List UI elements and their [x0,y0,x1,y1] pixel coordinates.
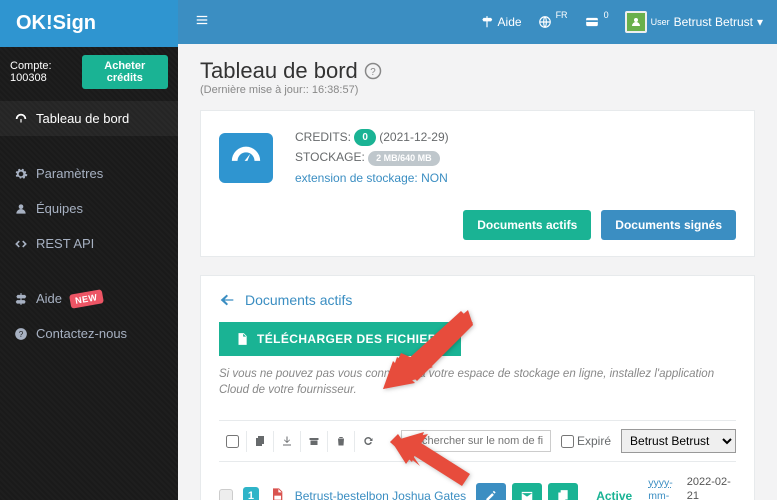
avatar [625,11,647,33]
file-icon [235,332,249,346]
sidebar-item-label: Équipes [36,201,83,216]
topbar-user-name: Betrust Betrust [674,15,753,29]
sidebar-item-help[interactable]: Aide NEW [0,281,178,316]
topbar-user[interactable]: User Betrust Betrust ▾ [617,11,771,33]
mail-button[interactable] [512,483,542,500]
credits-value: 0 [354,129,376,146]
account-label: Compte: 100308 [10,60,82,84]
document-link[interactable]: Betrust-bestelbon Joshua Gates [295,489,466,500]
question-icon: ? [14,327,28,341]
download-icon[interactable] [274,431,301,452]
row-checkbox[interactable] [219,489,233,500]
page-title: Tableau de bord ? [200,58,755,84]
panel-title-bar[interactable]: Documents actifs [219,292,736,308]
menu-toggle-button[interactable] [184,5,220,40]
card-badge: 0 [604,10,609,20]
credits-info: CREDITS: 0 (2021-12-29) STOCKAGE: 2 MB/6… [295,127,449,188]
panel-title: Documents actifs [245,292,352,308]
users-icon [14,202,28,216]
user-filter-select[interactable]: Betrust Betrust [621,429,736,453]
upload-files-button[interactable]: TÉLÉCHARGER DES FICHIERS [219,322,461,356]
row-timestamp: 2022-02-2116:36:06 [687,476,736,500]
select-all-checkbox[interactable] [219,431,247,452]
storage-extension-link[interactable]: extension de stockage: NON [295,171,448,185]
sidebar-item-label: REST API [36,236,94,251]
edit-button[interactable] [476,483,506,500]
card-icon [584,15,600,29]
topbar-card[interactable]: 0 [576,15,617,29]
sidebar-item-label: Paramètres [36,166,103,181]
date-format-link[interactable]: yyyy-mm-dd [648,477,673,500]
signpost-icon [480,15,494,29]
table-row: 1 Betrust-bestelbon Joshua Gates Active … [219,462,736,500]
svg-text:?: ? [370,67,376,78]
avatar-alt: User [651,18,670,27]
arrow-left-icon [219,292,237,308]
last-updated: (Dernière mise à jour:: 16:38:57) [200,84,755,96]
svg-text:?: ? [19,329,24,338]
copy-icon[interactable] [247,431,274,452]
topbar-help[interactable]: Aide [472,15,530,29]
upload-hint: Si vous ne pouvez pas vous connecter à v… [219,366,736,398]
trash-icon[interactable] [328,431,355,452]
globe-icon [538,15,552,29]
dashboard-icon [14,112,28,126]
row-status: Active [596,489,632,500]
sidebar-item-label: Contactez-nous [36,326,127,341]
language-code: FR [556,10,568,20]
buy-credits-button[interactable]: Acheter crédits [82,55,168,89]
hamburger-icon [194,13,210,27]
sidebar-item-rest-api[interactable]: REST API [0,226,178,261]
sidebar-item-teams[interactable]: Équipes [0,191,178,226]
active-documents-button[interactable]: Documents actifs [463,210,591,240]
pdf-icon [269,486,285,500]
sidebar-item-settings[interactable]: Paramètres [0,156,178,191]
signpost-icon [14,292,28,306]
row-count-badge: 1 [243,487,259,500]
topbar-language[interactable]: FR [530,15,576,29]
storage-value: 2 MB/640 MB [368,151,440,166]
sidebar-item-label: Aide [36,291,62,306]
question-circle-icon[interactable]: ? [364,62,382,80]
code-icon [14,237,28,251]
expired-filter[interactable]: Expiré [561,434,611,448]
gear-icon [14,167,28,181]
sidebar-item-contact[interactable]: ? Contactez-nous [0,316,178,351]
copy-button[interactable] [548,483,578,500]
gauge-icon [219,133,273,183]
sidebar-item-label: Tableau de bord [36,111,129,126]
sidebar-item-dashboard[interactable]: Tableau de bord [0,101,178,136]
signed-documents-button[interactable]: Documents signés [601,210,736,240]
caret-down-icon: ▾ [757,15,763,29]
topbar-help-label: Aide [498,15,522,29]
search-input[interactable] [401,430,551,452]
brand-logo: OK!Sign [0,0,178,47]
archive-icon[interactable] [301,431,328,452]
new-badge: NEW [69,289,103,308]
refresh-icon[interactable] [355,431,381,452]
